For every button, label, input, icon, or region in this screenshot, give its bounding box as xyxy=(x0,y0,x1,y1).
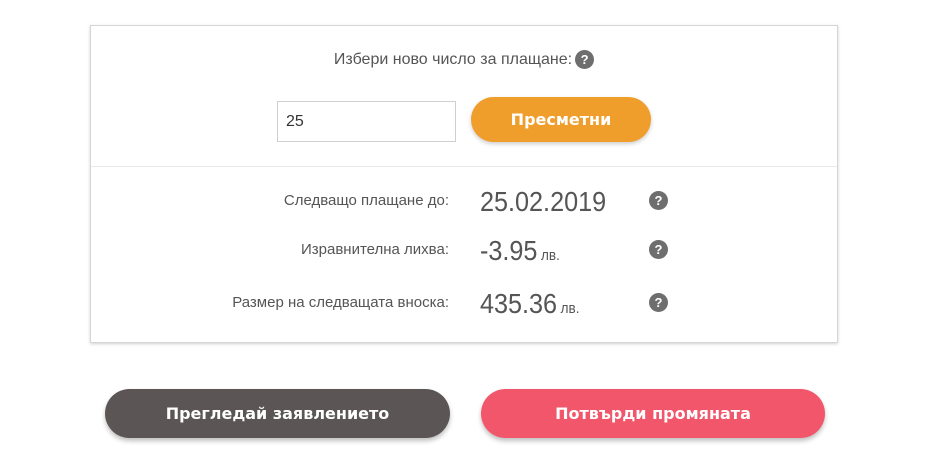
next-payment-row: Следващо плащане до: 25.02.2019 ? xyxy=(91,186,837,217)
payment-day-input[interactable] xyxy=(277,101,456,142)
next-installment-row: Размер на следващата вноска: 435.36 лв. ? xyxy=(91,288,837,319)
confirm-change-button[interactable]: Потвърди промяната xyxy=(481,389,825,438)
equalizing-interest-value: -3.95 лв. xyxy=(480,235,560,266)
payment-day-prompt: Избери ново число за плащане: ? xyxy=(91,50,837,69)
review-application-button[interactable]: Прегледай заявлението xyxy=(105,389,450,438)
next-installment-unit: лв. xyxy=(560,300,580,317)
next-payment-value: 25.02.2019 xyxy=(480,186,607,217)
equalizing-interest-help-icon[interactable]: ? xyxy=(649,240,668,259)
divider xyxy=(91,166,837,167)
next-payment-help-icon[interactable]: ? xyxy=(649,191,668,210)
equalizing-interest-unit: лв. xyxy=(541,247,560,264)
next-installment-label: Размер на следващата вноска: xyxy=(232,294,449,311)
calculate-button[interactable]: Пресметни xyxy=(471,97,651,142)
prompt-help-icon[interactable]: ? xyxy=(575,50,595,69)
equalizing-interest-row: Изравнителна лихва: -3.95 лв. ? xyxy=(91,235,837,266)
next-payment-label: Следващо плащане до: xyxy=(283,192,449,209)
payment-day-card: Избери ново число за плащане: ? Пресметн… xyxy=(90,25,838,343)
next-installment-value: 435.36 лв. xyxy=(480,288,580,319)
equalizing-interest-label: Изравнителна лихва: xyxy=(300,241,449,258)
next-installment-help-icon[interactable]: ? xyxy=(649,293,668,312)
prompt-label: Избери ново число за плащане: xyxy=(333,50,573,68)
